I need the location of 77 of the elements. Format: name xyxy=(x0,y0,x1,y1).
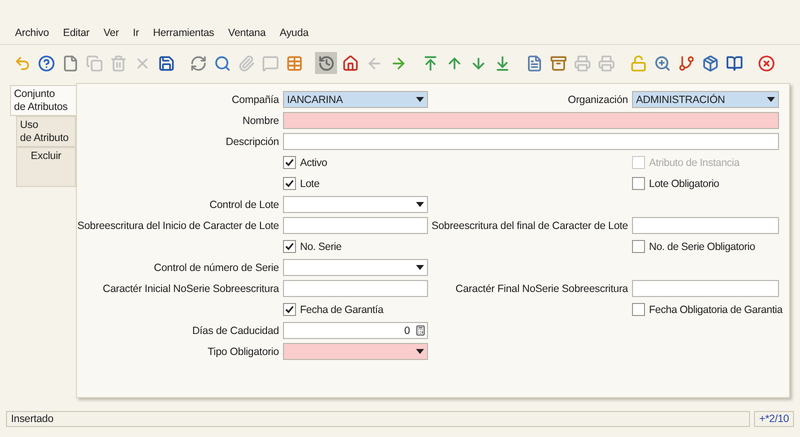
checkbox-label: Atributo de Instancia xyxy=(649,156,740,168)
report-icon[interactable] xyxy=(526,54,542,72)
checkbox-label: Lote xyxy=(300,178,320,190)
dropdown-field[interactable] xyxy=(283,343,428,360)
caret-icon xyxy=(416,265,424,270)
checkbox[interactable] xyxy=(632,303,645,316)
input-field[interactable] xyxy=(283,112,779,129)
arrow-bottom-icon[interactable] xyxy=(494,54,510,72)
checkbox[interactable] xyxy=(283,303,296,316)
menu-item[interactable]: Ayuda xyxy=(272,27,316,44)
dropdown-field[interactable]: ADMINISTRACIÓN xyxy=(632,91,779,108)
blank-page-icon[interactable] xyxy=(62,54,78,72)
help-icon[interactable] xyxy=(38,54,54,72)
input-field[interactable] xyxy=(632,217,779,234)
tab[interactable]: Excluir xyxy=(16,147,76,187)
field-label: Descripción xyxy=(226,136,279,148)
history-button[interactable] xyxy=(315,52,337,74)
checkbox-label: No. de Serie Obligatorio xyxy=(649,240,756,252)
checkbox-label: Fecha Obligatoria de Garantia xyxy=(649,304,782,316)
unlocked-padlock-icon[interactable] xyxy=(630,54,646,72)
package-icon[interactable] xyxy=(702,54,718,72)
grid-icon[interactable] xyxy=(286,54,302,72)
caret-icon xyxy=(416,202,424,207)
save-icon[interactable] xyxy=(158,54,174,72)
field-label: Tipo Obligatorio xyxy=(208,346,279,358)
status-message: Insertado xyxy=(6,411,750,427)
caret-icon xyxy=(416,349,424,354)
checkbox-label: Activo xyxy=(300,156,328,168)
workflow-icon[interactable] xyxy=(678,54,694,72)
undo-icon[interactable] xyxy=(14,54,30,72)
checkbox[interactable] xyxy=(283,156,296,169)
number-field[interactable]: 0 xyxy=(283,322,428,339)
calculator-icon[interactable] xyxy=(414,325,426,336)
menu-item[interactable]: Ventana xyxy=(221,27,273,44)
menu-item[interactable]: Archivo xyxy=(8,27,56,44)
archive-icon[interactable] xyxy=(550,54,566,72)
checkbox-label: Lote Obligatorio xyxy=(649,178,720,190)
record-counter: +*2/10 xyxy=(754,411,794,427)
history-icon xyxy=(318,54,334,72)
caret-icon xyxy=(767,97,775,102)
dropdown-field[interactable]: IANCARINA xyxy=(283,91,428,108)
book-icon[interactable] xyxy=(726,54,742,72)
menu-item[interactable]: Editar xyxy=(56,27,96,44)
checkbox[interactable] xyxy=(283,240,296,253)
menu-item[interactable]: Herramientas xyxy=(146,27,222,44)
checkbox[interactable] xyxy=(283,177,296,190)
field-label: Compañía xyxy=(232,94,279,106)
zoom-icon[interactable] xyxy=(654,54,670,72)
search-icon[interactable] xyxy=(214,54,230,72)
checkbox[interactable] xyxy=(632,240,645,253)
tab[interactable]: Conjunto de Atributos xyxy=(10,85,76,116)
home-icon[interactable] xyxy=(342,54,358,72)
exit-icon[interactable] xyxy=(758,54,774,72)
field-label: Sobreescritura del Inicio de Caracter de Lote xyxy=(77,220,279,232)
field-label: Control de número de Serie xyxy=(154,262,279,274)
input-field[interactable] xyxy=(632,280,779,297)
menu-item[interactable]: Ver xyxy=(96,27,126,44)
menu-item[interactable]: Ir xyxy=(126,27,146,44)
arrow-top-icon[interactable] xyxy=(422,54,438,72)
dropdown-field[interactable] xyxy=(283,196,428,213)
input-field[interactable] xyxy=(283,133,779,150)
dropdown-field[interactable] xyxy=(283,259,428,276)
field-label: Caractér Inicial NoSerie Sobreescritura xyxy=(102,282,279,294)
checkbox-label: Fecha de Garantía xyxy=(300,304,384,316)
field-label: Control de Lote xyxy=(209,198,279,210)
caret-icon xyxy=(416,97,424,102)
tab[interactable]: Uso de Atributo xyxy=(16,116,76,147)
field-label: Nombre xyxy=(242,114,279,126)
field-label: Caractér Final NoSerie Sobreescritura xyxy=(456,282,628,294)
refresh-icon[interactable] xyxy=(190,54,206,72)
checkbox[interactable] xyxy=(632,177,645,190)
field-label: Sobreescritura del final de Caracter de Lote xyxy=(431,220,628,232)
field-label: Organización xyxy=(568,94,628,106)
checkbox-label: No. Serie xyxy=(300,240,342,252)
input-field[interactable] xyxy=(283,280,428,297)
field-label: Días de Caducidad xyxy=(192,324,279,336)
input-field[interactable] xyxy=(283,217,428,234)
